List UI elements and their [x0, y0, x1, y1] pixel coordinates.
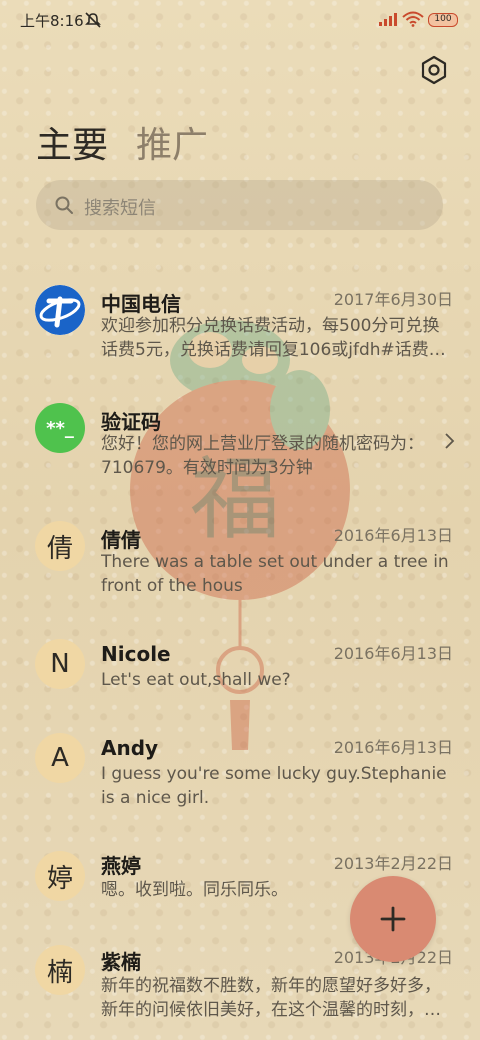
chevron-right-icon	[445, 433, 455, 449]
conversation-snippet: 新年的祝福数不胜数，新年的愿望好多好多，新年的问候依旧美好，在这个温馨的时刻，…	[101, 976, 441, 1020]
conversation-snippet: I guess you're some lucky guy.Stephanie …	[101, 764, 447, 808]
conversation-name: Nicole	[101, 642, 171, 666]
conversation-name: 验证码	[101, 410, 161, 434]
conversation-name: Andy	[101, 736, 159, 760]
conversation-avatar: 楠	[35, 945, 85, 995]
conversation-avatar: A	[35, 733, 85, 783]
status-bar: 上午8:16 100	[0, 0, 480, 40]
conversation-avatar: N	[35, 639, 85, 689]
conversation-date: 2016年6月13日	[333, 644, 453, 663]
conversation-item[interactable]: **_ 验证码 您好！您的网上营业厅登录的随机密码为：710679。有效时间为3…	[0, 390, 480, 494]
conversation-item[interactable]: A Andy 2016年6月13日 I guess you're some lu…	[0, 720, 480, 824]
conversation-date: 2016年6月13日	[333, 526, 453, 545]
new-message-button[interactable]	[350, 876, 436, 962]
telecom-logo-avatar	[35, 285, 85, 335]
conversation-item[interactable]: 倩 倩倩 2016年6月13日 There was a table set ou…	[0, 508, 480, 612]
conversation-snippet: 欢迎参加积分兑换话费活动，每500分可兑换话费5元，兑换话费请回复106或jfd…	[101, 316, 446, 360]
signal-icon	[379, 13, 397, 26]
conversation-item[interactable]: N Nicole 2016年6月13日 Let's eat out,shall …	[0, 626, 480, 716]
conversation-date: 2013年2月22日	[333, 854, 453, 873]
search-placeholder: 搜索短信	[84, 198, 156, 219]
conversation-name: 燕婷	[101, 854, 141, 878]
conversation-avatar: 倩	[35, 521, 85, 571]
settings-hexagon-icon[interactable]	[418, 54, 450, 86]
search-bar[interactable]: 搜索短信	[36, 180, 443, 230]
conversation-snippet: Let's eat out,shall we?	[101, 670, 291, 690]
plus-icon	[380, 906, 406, 932]
telecom-logo-icon	[35, 285, 85, 335]
conversation-snippet: There was a table set out under a tree i…	[101, 552, 449, 596]
tab-primary[interactable]: 主要	[36, 116, 108, 168]
wifi-icon	[402, 11, 424, 27]
conversation-avatar: 婷	[35, 851, 85, 901]
conversation-item[interactable]: 中国电信 2017年6月30日 欢迎参加积分兑换话费活动，每500分可兑换话费5…	[0, 272, 480, 376]
conversation-name: 倩倩	[101, 528, 141, 552]
conversation-avatar: **_	[35, 403, 85, 453]
conversation-name: 中国电信	[101, 292, 181, 316]
conversation-name: 紫楠	[101, 950, 141, 974]
battery-indicator: 100	[428, 13, 458, 27]
tab-promotions[interactable]: 推广	[136, 116, 208, 168]
conversation-snippet: 您好！您的网上营业厅登录的随机密码为：710679。有效时间为3分钟	[101, 434, 424, 478]
conversation-date: 2017年6月30日	[333, 290, 453, 309]
mute-icon	[85, 12, 101, 28]
search-icon	[55, 196, 73, 214]
conversation-date: 2016年6月13日	[333, 738, 453, 757]
status-time: 上午8:16	[20, 12, 84, 30]
